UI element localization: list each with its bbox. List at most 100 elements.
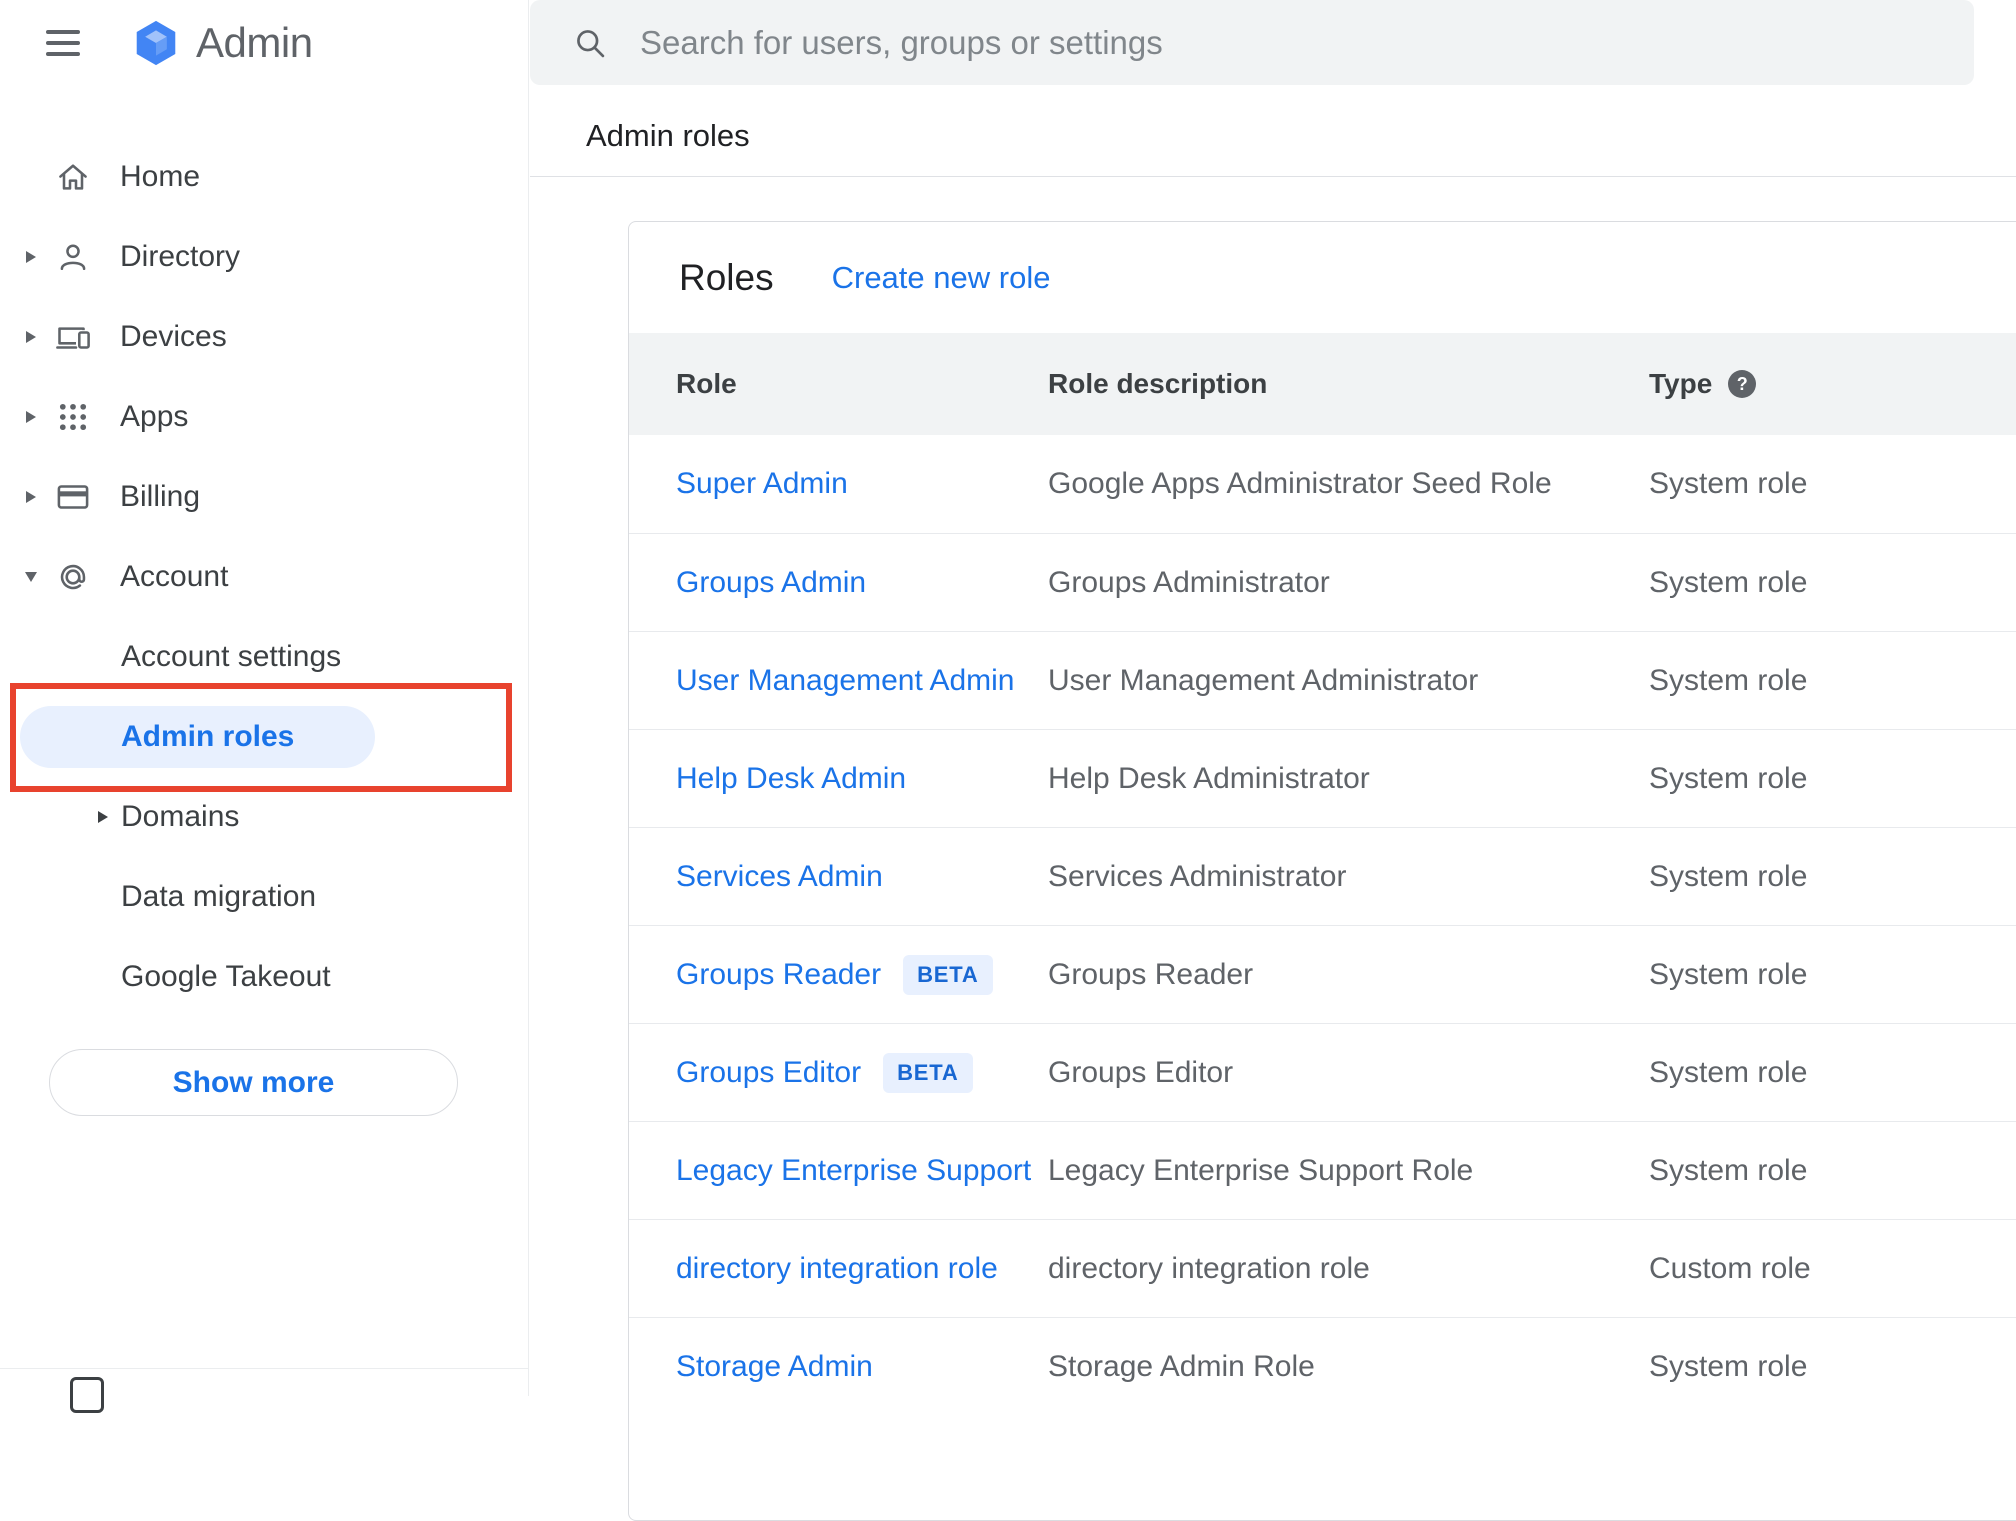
column-role: Role (676, 368, 737, 399)
role-link[interactable]: Legacy Enterprise Support (676, 1154, 1031, 1188)
sidebar-item-account[interactable]: Account (0, 537, 528, 617)
chevron-right-icon (26, 411, 36, 423)
admin-logo-icon (130, 17, 182, 69)
sidebar-item-label: Admin roles (121, 720, 295, 753)
at-icon (54, 558, 92, 596)
role-type: System role (1649, 859, 1808, 893)
role-type: System role (1649, 1055, 1808, 1089)
partial-footer-icon (70, 1377, 104, 1413)
chevron-down-icon (25, 572, 37, 582)
table-row: Legacy Enterprise Support Legacy Enterpr… (629, 1121, 2016, 1219)
sidebar-item-google-takeout[interactable]: Google Takeout (0, 937, 528, 1017)
role-link[interactable]: Help Desk Admin (676, 762, 906, 796)
account-subnav: Account settings Admin roles Domains Dat… (0, 617, 528, 1017)
sidebar-footer (0, 1368, 528, 1413)
sidebar-item-label: Billing (120, 480, 201, 513)
search-bar (530, 0, 1974, 85)
role-description: User Management Administrator (1048, 663, 1479, 697)
sidebar-item-data-migration[interactable]: Data migration (0, 857, 528, 937)
table-row: Groups Editor BETA Groups Editor System … (629, 1023, 2016, 1121)
apps-icon (54, 398, 92, 436)
beta-badge: BETA (903, 954, 993, 995)
sidebar-item-admin-roles[interactable]: Admin roles (0, 683, 528, 792)
sidebar-nav: Home Directory Devices Apps Billing Acco… (0, 137, 528, 617)
sidebar-item-label: Home (120, 160, 201, 193)
role-link[interactable]: directory integration role (676, 1252, 998, 1286)
sidebar-header: Admin (0, 0, 528, 86)
breadcrumb: Admin roles (586, 118, 750, 153)
role-type: System role (1649, 1153, 1808, 1187)
chevron-right-icon (26, 331, 36, 343)
sidebar-item-devices[interactable]: Devices (0, 297, 528, 377)
role-link[interactable]: Groups Editor (676, 1056, 861, 1090)
role-link[interactable]: Services Admin (676, 860, 883, 894)
role-type: System role (1649, 663, 1808, 697)
role-type: System role (1649, 761, 1808, 795)
role-link[interactable]: Super Admin (676, 467, 848, 501)
role-description: directory integration role (1048, 1251, 1370, 1285)
role-type: Custom role (1649, 1251, 1811, 1285)
table-row: directory integration role directory int… (629, 1219, 2016, 1317)
role-description: Storage Admin Role (1048, 1349, 1315, 1383)
role-type: System role (1649, 957, 1808, 991)
sidebar-item-label: Directory (120, 240, 241, 273)
search-icon (577, 29, 605, 57)
role-link[interactable]: User Management Admin (676, 664, 1015, 698)
sidebar-item-billing[interactable]: Billing (0, 457, 528, 537)
sidebar-item-label: Apps (120, 400, 189, 433)
sidebar: Admin Home Directory Devices Apps Billin… (0, 0, 529, 1413)
chevron-right-icon[interactable] (98, 811, 108, 823)
role-link[interactable]: Storage Admin (676, 1350, 873, 1384)
sidebar-item-label: Data migration (121, 880, 317, 913)
role-type: System role (1649, 467, 1808, 500)
roles-title: Roles (679, 256, 774, 298)
role-type: System role (1649, 565, 1808, 599)
role-description: Groups Editor (1048, 1055, 1234, 1089)
table-row: Groups Admin Groups Administrator System… (629, 533, 2016, 631)
role-type: System role (1649, 1349, 1808, 1383)
role-link[interactable]: Groups Admin (676, 566, 866, 600)
home-icon (54, 158, 92, 196)
roles-table-header: Role Role description Type ? (629, 333, 2016, 435)
chevron-right-icon (26, 251, 36, 263)
table-row: User Management Admin User Management Ad… (629, 631, 2016, 729)
help-icon[interactable]: ? (1728, 370, 1757, 398)
sidebar-item-label: Devices (120, 320, 227, 353)
brand-title: Admin (196, 19, 313, 66)
table-row: Services Admin Services Administrator Sy… (629, 827, 2016, 925)
sidebar-item-directory[interactable]: Directory (0, 217, 528, 297)
table-row: Storage Admin Storage Admin Role System … (629, 1317, 2016, 1415)
table-row: Super Admin Google Apps Administrator Se… (629, 435, 2016, 533)
sidebar-item-label: Domains (121, 800, 240, 833)
devices-icon (54, 318, 92, 356)
beta-badge: BETA (883, 1052, 973, 1093)
search-input[interactable] (640, 12, 1974, 73)
sidebar-item-apps[interactable]: Apps (0, 377, 528, 457)
table-row: Help Desk Admin Help Desk Administrator … (629, 729, 2016, 827)
roles-card: Roles Create new role Role Role descript… (628, 221, 2016, 1521)
menu-icon[interactable] (46, 23, 86, 63)
role-description: Groups Administrator (1048, 565, 1330, 599)
person-icon (54, 238, 92, 276)
chevron-right-icon (26, 491, 36, 503)
page-divider (530, 176, 2016, 177)
show-more-button[interactable]: Show more (49, 1049, 458, 1116)
sidebar-item-domains[interactable]: Domains (0, 777, 528, 857)
create-new-role-link[interactable]: Create new role (832, 260, 1051, 296)
role-description: Google Apps Administrator Seed Role (1048, 467, 1552, 500)
roles-card-header: Roles Create new role (629, 222, 2016, 333)
roles-table-body: Super Admin Google Apps Administrator Se… (629, 435, 2016, 1415)
role-description: Legacy Enterprise Support Role (1048, 1153, 1474, 1187)
role-description: Services Administrator (1048, 859, 1347, 893)
billing-icon (54, 478, 92, 516)
sidebar-item-label: Account (120, 560, 229, 593)
role-link[interactable]: Groups Reader (676, 958, 881, 992)
sidebar-item-home[interactable]: Home (0, 137, 528, 217)
sidebar-item-label: Google Takeout (121, 960, 331, 993)
sidebar-item-account-settings[interactable]: Account settings (0, 617, 528, 697)
table-row: Groups Reader BETA Groups Reader System … (629, 925, 2016, 1023)
sidebar-item-label: Account settings (121, 640, 342, 673)
column-role-description: Role description (1048, 368, 1268, 399)
column-type: Type ? (1649, 368, 2016, 400)
role-description: Groups Reader (1048, 957, 1254, 991)
